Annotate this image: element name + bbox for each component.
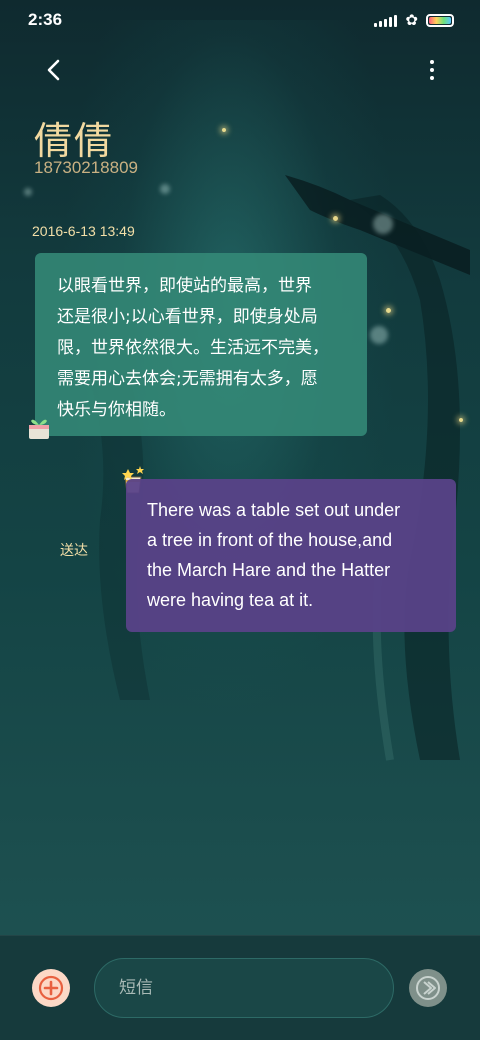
- status-time: 2:36: [28, 10, 63, 29]
- bokeh: [24, 188, 32, 196]
- send-button[interactable]: [409, 969, 447, 1007]
- sparkle: [386, 308, 391, 313]
- send-arrow-icon: [416, 976, 440, 1000]
- plus-icon: [38, 975, 64, 1001]
- add-attachment-button[interactable]: [32, 969, 70, 1007]
- chevron-left-icon: [47, 59, 60, 81]
- outgoing-message-bubble[interactable]: There was a table set out under a tree i…: [126, 479, 456, 632]
- delivery-status: 送达: [60, 543, 88, 559]
- battery-icon: [426, 13, 454, 27]
- bokeh: [370, 326, 388, 344]
- incoming-message-bubble[interactable]: 以眼看世界，即使站的最高，世界 还是很小;以心看世界，即使身处局 限，世界依然很…: [35, 253, 367, 436]
- message-input[interactable]: [94, 958, 394, 1018]
- message-line: were having tea at it.: [147, 590, 314, 610]
- contact-number: 18730218809: [34, 158, 139, 177]
- signal-icon: [374, 13, 398, 27]
- contact-avatar-icon: [29, 419, 49, 439]
- back-button[interactable]: [36, 52, 72, 88]
- sparkle: [333, 216, 338, 221]
- status-icons: ✿: [374, 11, 454, 29]
- message-line: 还是很小;以心看世界，即使身处局: [57, 307, 318, 327]
- message-line: 快乐与你相随。: [57, 400, 176, 420]
- message-line: a tree in front of the house,and: [147, 530, 393, 550]
- message-line: 需要用心去体会;无需拥有太多，愿: [57, 369, 318, 389]
- bokeh: [373, 214, 393, 234]
- message-timestamp: 2016-6-13 13:49: [32, 223, 135, 239]
- bokeh: [160, 184, 170, 194]
- more-vertical-icon: [430, 60, 434, 64]
- message-line: There was a table set out under: [147, 500, 401, 520]
- contact-name: 倩倩: [34, 119, 115, 163]
- sparkle: [222, 128, 226, 132]
- message-line: 以眼看世界，即使站的最高，世界: [57, 276, 312, 296]
- status-bar: 2:36 ✿: [0, 0, 480, 40]
- message-line: 限，世界依然很大。生活远不完美，: [57, 338, 329, 358]
- clover-icon: ✿: [405, 11, 418, 29]
- sparkle: [459, 418, 463, 422]
- message-line: the March Hare and the Hatter: [147, 560, 391, 580]
- more-options-button[interactable]: [422, 52, 442, 88]
